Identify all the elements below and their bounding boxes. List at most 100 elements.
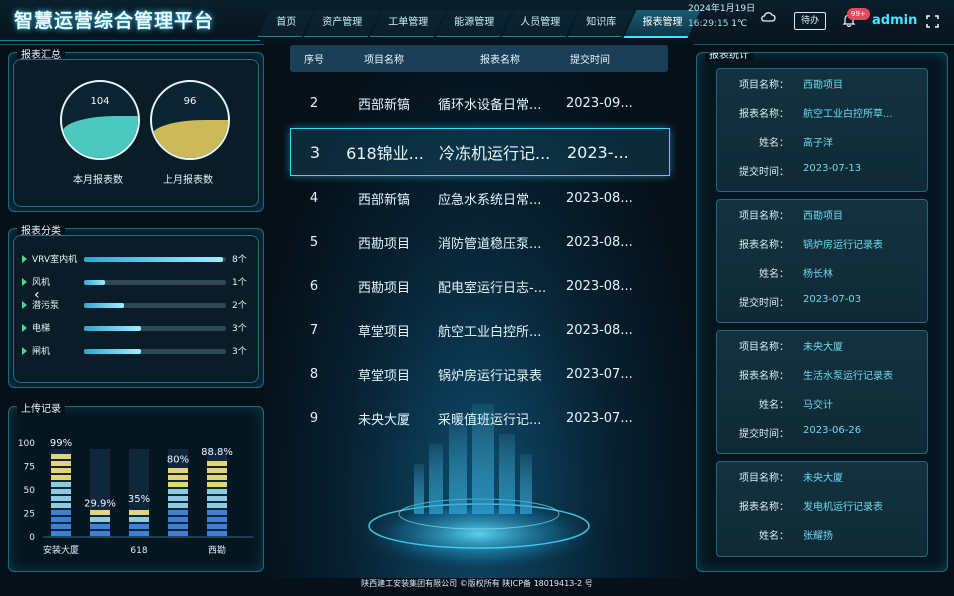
table-row[interactable]: 4 西部新镐 应急水系统日常... 2023-08...: [290, 176, 668, 220]
stats-card[interactable]: 项目名称： 未央大厦 报表名称： 发电机运行记录表 姓名： 张耀扬: [716, 461, 928, 557]
stats-card[interactable]: 项目名称： 未央大厦 报表名称： 生活水泵运行记录表 姓名： 马交计 提交时间： 2023-0…: [716, 330, 928, 454]
stats-card[interactable]: 项目名称： 西勘项目 报表名称： 航空工业白控所草... 姓名： 高子洋 提交时间： 2023…: [716, 68, 928, 192]
bar-segment: [51, 482, 71, 487]
username[interactable]: admin: [872, 13, 917, 28]
table-row[interactable]: 3 618锦业... 冷冻机运行记... 2023-...: [290, 128, 670, 176]
bar-value-label: 80%: [167, 455, 189, 466]
bar-segment: [51, 531, 71, 536]
date-text: 2024年1月19日: [688, 4, 756, 14]
table-row[interactable]: 5 西勘项目 消防管道稳压泵... 2023-08...: [290, 220, 668, 264]
cell-time: 2023-07...: [566, 410, 633, 426]
cell-report: 锅炉房运行记录表: [438, 368, 543, 384]
nav-tab[interactable]: 能源管理: [435, 10, 513, 37]
bar-segment: [51, 496, 71, 501]
card-value: 马交计: [803, 400, 833, 411]
cell-time: 2023-07...: [566, 366, 633, 382]
table-row[interactable]: 8 草堂项目 锅炉房运行记录表 2023-07...: [290, 352, 668, 396]
bar-value-label: 29.9%: [84, 499, 116, 510]
top-bar: 智慧运营综合管理平台 首页 资产管理 工单管理 能源管理 人员管理 知识库 报表管理 202…: [0, 0, 954, 45]
table-row[interactable]: 6 西勘项目 配电室运行日志-... 2023-08...: [290, 264, 668, 308]
bar-segment: [207, 510, 227, 515]
table-row[interactable]: 2 西部新镐 循环水设备日常... 2023-09...: [290, 81, 668, 125]
card-key: 提交时间：: [739, 429, 789, 440]
table-header: 序号 项目名称 报表名称 提交时间: [290, 45, 668, 72]
card-row: 项目名称： 西勘项目: [717, 76, 927, 92]
arrow-icon: [22, 278, 27, 286]
category-name: 电梯: [32, 324, 51, 334]
category-bar-fill: [84, 280, 106, 285]
bar-segment: [207, 524, 227, 529]
category-count: 3个: [232, 324, 247, 334]
card-row: 姓名： 杨长林: [717, 265, 927, 281]
card-key: 项目名称：: [739, 80, 789, 91]
card-row: 提交时间： 2023-07-03: [717, 294, 927, 310]
nav-tab[interactable]: 知识库: [567, 10, 635, 37]
bar-segment: [90, 531, 110, 536]
cell-no: 3: [309, 142, 321, 162]
category-bar: [84, 257, 226, 262]
bar-segment: [129, 524, 149, 529]
category-bar-fill: [84, 326, 141, 331]
y-tick-label: 0: [29, 533, 35, 543]
category-bar: [84, 303, 226, 308]
app-title: 智慧运营综合管理平台: [14, 10, 215, 32]
nav-tab[interactable]: 资产管理: [303, 10, 381, 37]
gauge-fill: [62, 116, 138, 158]
bar-segment: [129, 517, 149, 522]
cell-time: 2023-...: [567, 142, 629, 162]
nav-tab-label: 报表管理: [642, 17, 683, 28]
bar-segment: [207, 496, 227, 501]
date-time: 2024年1月19日 16:29:15 1℃: [688, 2, 755, 32]
summary-panel: 报表汇总 104 本月报表数 96 上月报表数: [8, 46, 264, 212]
card-value: 生活水泵运行记录表: [803, 371, 893, 382]
card-row: 项目名称： 未央大厦: [717, 469, 927, 485]
bar-segment: [51, 503, 71, 508]
category-name: 闸机: [32, 347, 51, 357]
gauge-value: 104: [90, 96, 110, 107]
category-bar-fill: [84, 257, 224, 262]
cell-no: 2: [309, 95, 319, 111]
nav-tab[interactable]: 人员管理: [501, 10, 579, 37]
table-row[interactable]: 9 未央大厦 采暖值班运行记... 2023-07...: [290, 396, 668, 440]
card-key: 报表名称：: [739, 109, 789, 120]
bar-segment: [51, 454, 71, 459]
card-key: 报表名称：: [739, 502, 789, 513]
card-value: 西勘项目: [803, 211, 843, 222]
cell-no: 5: [309, 234, 319, 250]
card-value: 张耀扬: [803, 531, 833, 542]
card-key: 项目名称：: [739, 342, 789, 353]
bar-segment: [168, 489, 188, 494]
nav-tab-label: 工单管理: [388, 17, 429, 28]
card-row: 报表名称： 生活水泵运行记录表: [717, 367, 927, 383]
bar-segment: [168, 468, 188, 473]
cell-report: 循环水设备日常...: [438, 97, 542, 113]
arrow-icon: [22, 255, 27, 263]
bar-segment: [207, 468, 227, 473]
bar-segment: [207, 461, 227, 466]
card-value: 高子洋: [803, 138, 833, 149]
bar-segment: [129, 510, 149, 515]
bar-segment: [51, 468, 71, 473]
upload-title: 上传记录: [17, 400, 65, 415]
nav-tab[interactable]: 工单管理: [369, 10, 447, 37]
time-text: 16:29:15: [688, 19, 729, 29]
table-row[interactable]: 7 草堂项目 航空工业白控所... 2023-08...: [290, 308, 668, 352]
gauge-value: 96: [183, 96, 197, 107]
stats-card[interactable]: 项目名称： 西勘项目 报表名称： 锅炉房运行记录表 姓名： 杨长林 提交时间： 2023-07…: [716, 199, 928, 323]
card-value: 未央大厦: [803, 342, 843, 353]
category-bar-fill: [84, 349, 141, 354]
card-key: 报表名称：: [739, 240, 789, 251]
card-value: 锅炉房运行记录表: [803, 240, 883, 251]
bar-segment: [51, 489, 71, 494]
fullscreen-icon[interactable]: [926, 15, 939, 28]
cell-no: 4: [309, 190, 319, 206]
collapse-left-icon[interactable]: ‹: [34, 287, 40, 303]
bar-segment: [168, 517, 188, 522]
card-key: 姓名：: [759, 269, 789, 280]
cell-report: 采暖值班运行记...: [438, 412, 542, 428]
bar-segment: [207, 531, 227, 536]
bar-segment: [51, 461, 71, 466]
stats-title: 报表统计: [705, 53, 753, 61]
cell-report: 应急水系统日常...: [438, 192, 542, 208]
todo-button[interactable]: 待办: [794, 12, 826, 30]
